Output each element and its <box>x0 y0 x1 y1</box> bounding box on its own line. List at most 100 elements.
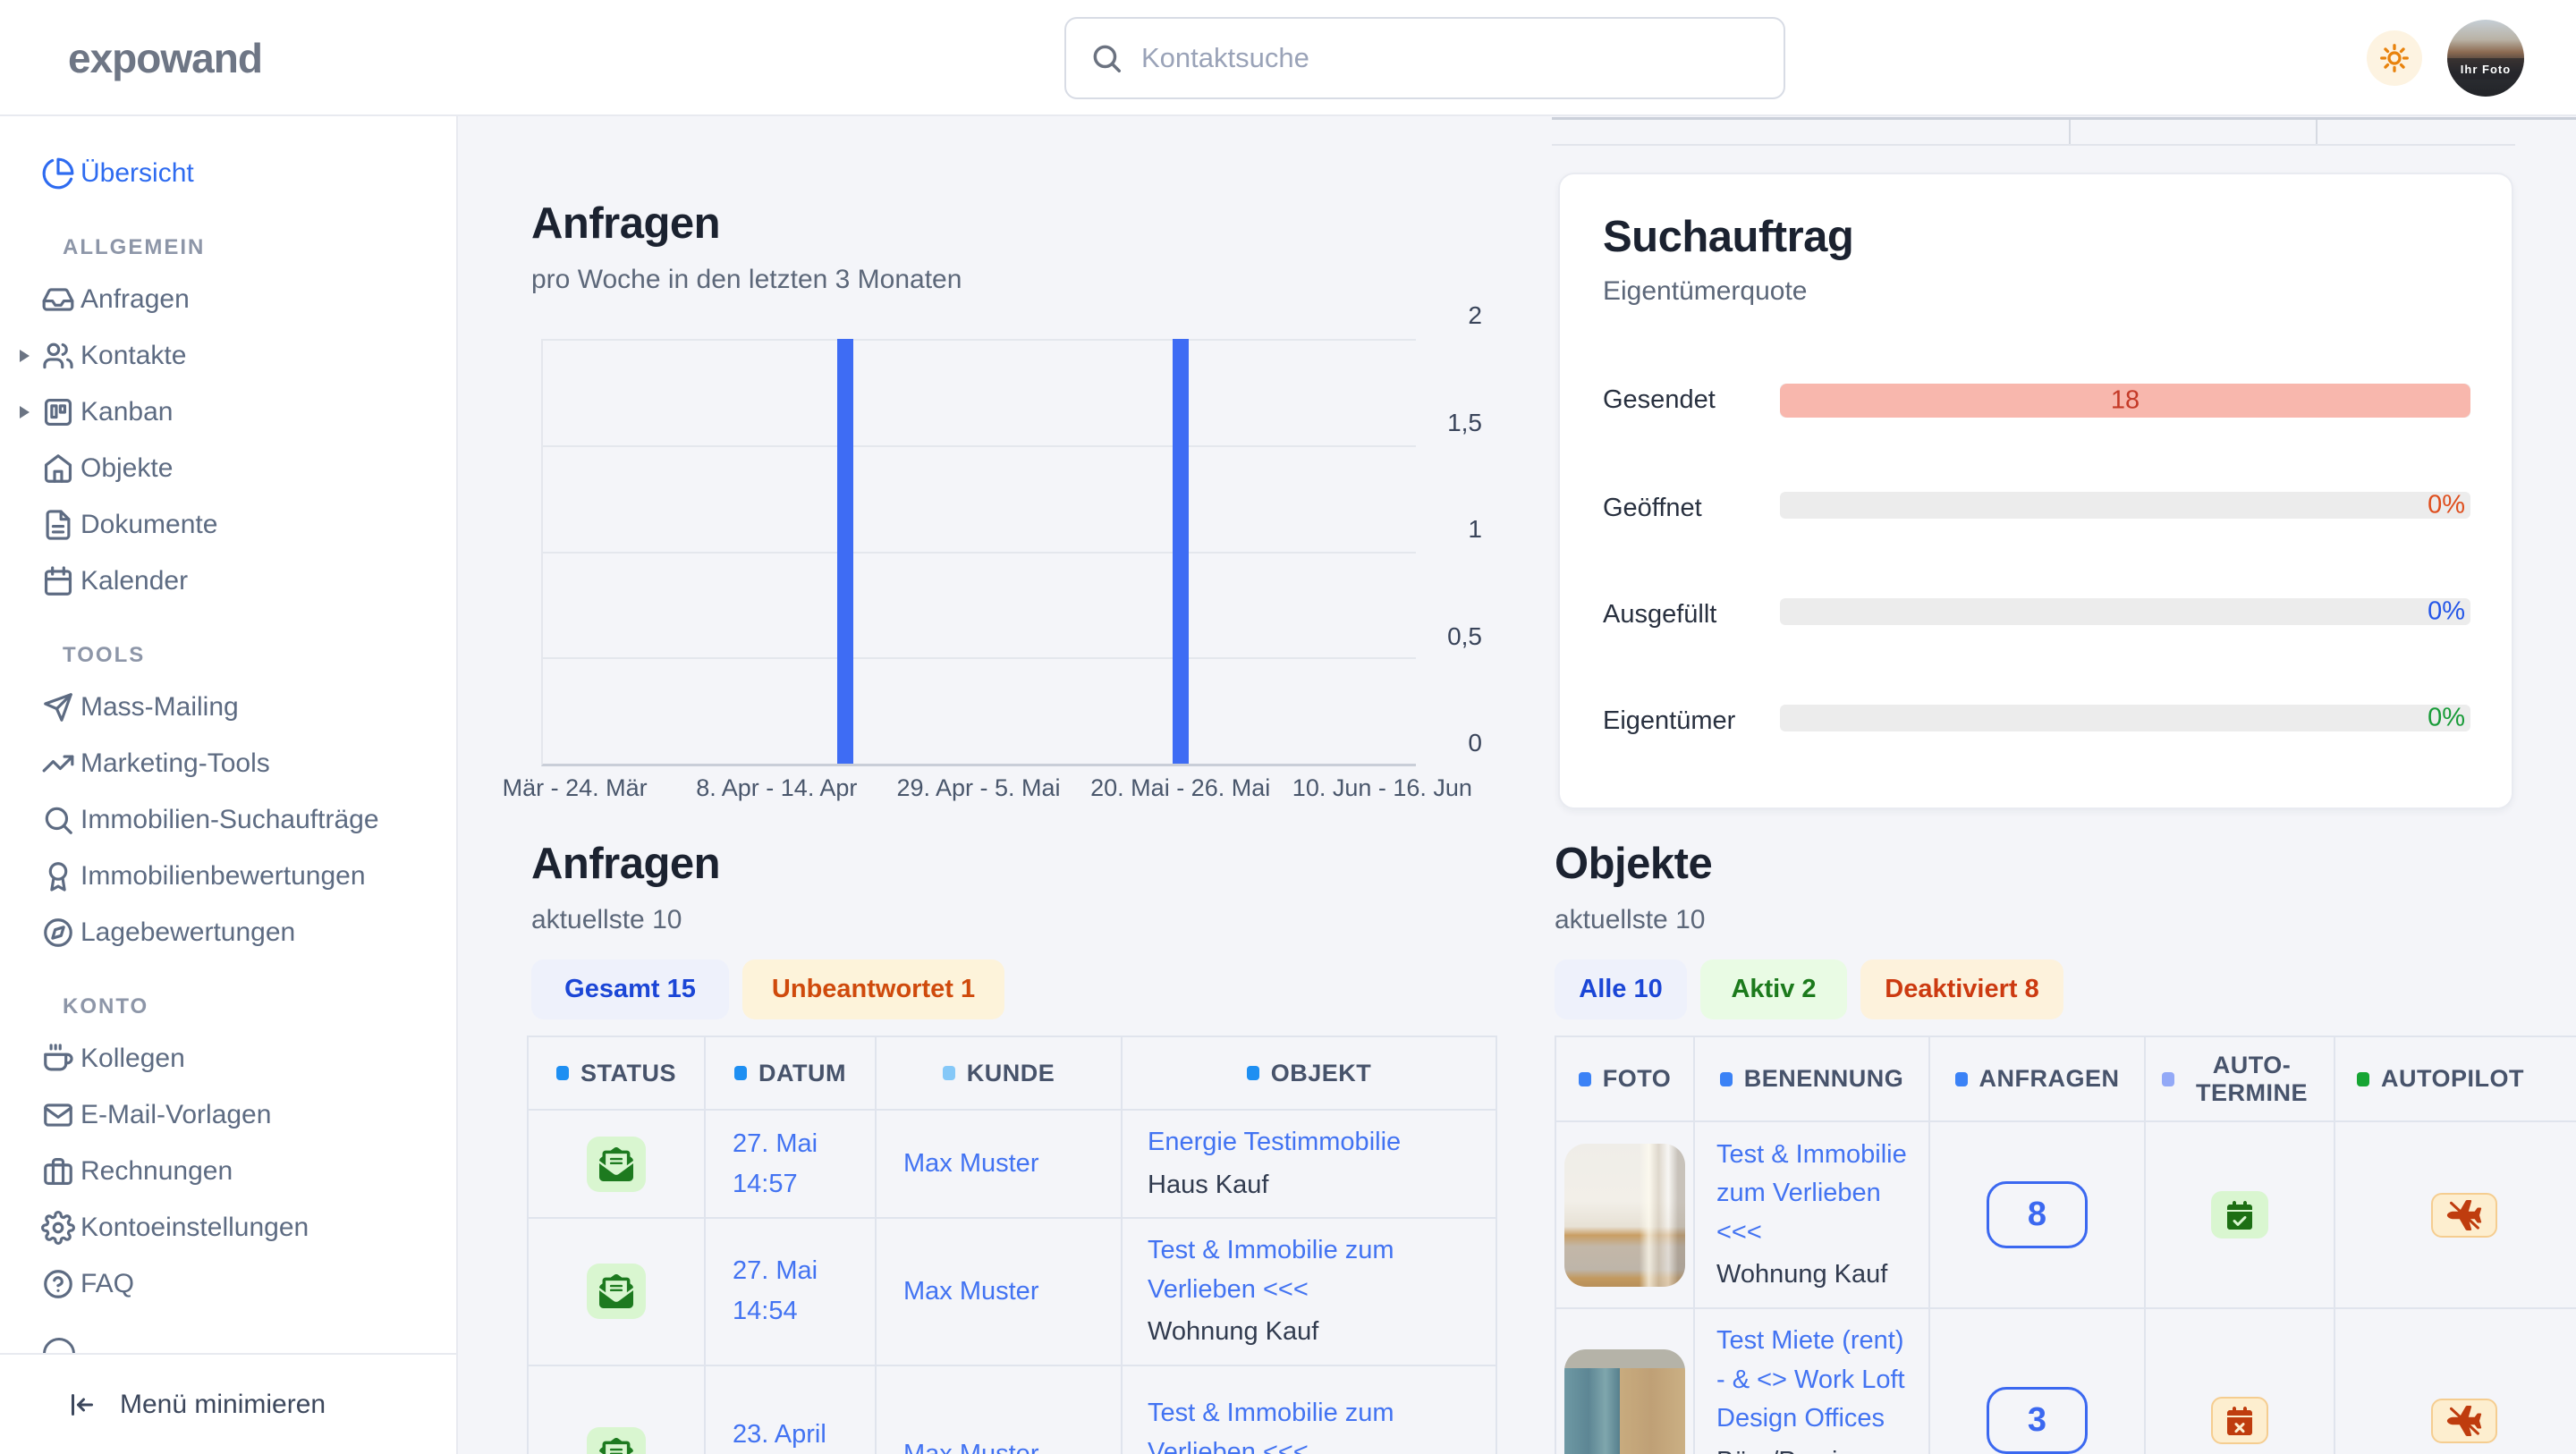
sidebar-item-label: Marketing-Tools <box>80 748 270 779</box>
sidebar-item-mass-mailing[interactable]: Mass-Mailing <box>0 679 456 735</box>
objekt-link[interactable]: Test & Immobilie zum Verlieben <<< <box>1148 1399 1394 1454</box>
column-bullet <box>1720 1072 1733 1086</box>
funnel-row-label: Ausgefüllt <box>1603 600 1716 630</box>
chart-subtitle: pro Woche in den letzten 3 Monaten <box>531 265 962 295</box>
chart-y-axis-labels: 21,510,50 <box>1425 339 1482 766</box>
sidebar-item-kontakte[interactable]: Kontakte <box>0 327 456 384</box>
sidebar-item-kontoeinstellungen[interactable]: Kontoeinstellungen <box>0 1199 456 1255</box>
funnel-row-label: Gesendet <box>1603 385 1716 415</box>
pie-chart-icon <box>41 156 75 190</box>
column-header-foto[interactable]: FOTO <box>1555 1036 1694 1121</box>
column-header-benennung[interactable]: BENENNUNG <box>1694 1036 1929 1121</box>
plane-slash-icon[interactable] <box>2431 1399 2497 1443</box>
sidebar-nav: Übersicht ALLGEMEIN Anfragen Kontakte Ka… <box>0 116 456 1353</box>
column-header-status[interactable]: STATUS <box>528 1036 705 1110</box>
property-photo[interactable] <box>1564 1144 1685 1287</box>
objekt-type: Büro/Praxis Miete <box>1716 1442 1914 1454</box>
sidebar-item-label: Kanban <box>80 397 173 427</box>
chevron-right-icon[interactable] <box>20 406 30 418</box>
paper-plane-icon <box>41 690 75 724</box>
column-header-anfragen[interactable]: ANFRAGEN <box>1929 1036 2145 1121</box>
y-tick-label: 0,5 <box>1447 622 1482 651</box>
search-input[interactable] <box>1141 42 1760 74</box>
calendar-check-icon[interactable] <box>2211 1191 2268 1238</box>
sidebar-item-immobilien-suchauftraege[interactable]: Immobilien-Suchaufträge <box>0 791 456 848</box>
tab-alle[interactable]: Alle 10 <box>1555 959 1687 1019</box>
column-header-objekt[interactable]: OBJEKT <box>1122 1036 1496 1110</box>
chart-title: Anfragen <box>531 199 720 249</box>
sidebar-item-faq[interactable]: FAQ <box>0 1255 456 1312</box>
kunde-link[interactable]: Max Muster <box>903 1440 1038 1454</box>
funnel-row-label: Eigentümer <box>1603 706 1735 736</box>
card-title: Suchauftrag <box>1603 212 1853 262</box>
x-tick-label: Mär - 24. Mär <box>503 774 648 802</box>
sidebar-item-email-vorlagen[interactable]: E-Mail-Vorlagen <box>0 1086 456 1143</box>
objekt-link[interactable]: Test & Immobilie zum Verlieben <<< <box>1716 1140 1907 1247</box>
sidebar-item-kollegen[interactable]: Kollegen <box>0 1030 456 1086</box>
sidebar-item-objekte[interactable]: Objekte <box>0 440 456 496</box>
chart-gridline <box>543 552 1416 554</box>
status-answered-icon[interactable] <box>587 1264 646 1319</box>
sidebar-item-lagebewertungen[interactable]: Lagebewertungen <box>0 904 456 960</box>
sidebar-item-label: Immobilien-Suchaufträge <box>80 805 379 835</box>
anfrage-date-link[interactable]: 27. Mai14:54 <box>733 1256 818 1325</box>
anfrage-date-link[interactable]: 23. April15:52 <box>733 1420 826 1454</box>
column-bullet <box>556 1066 569 1080</box>
sidebar-item-label: Mass-Mailing <box>80 692 239 723</box>
column-header-kunde[interactable]: KUNDE <box>876 1036 1122 1110</box>
property-photo[interactable] <box>1564 1349 1685 1454</box>
collapse-left-icon <box>66 1389 98 1421</box>
objekt-link[interactable]: Test Miete (rent) - & <> Work Loft Desig… <box>1716 1326 1905 1433</box>
anfragen-count-badge[interactable]: 3 <box>1987 1387 2088 1454</box>
sidebar-item-label: Lagebewertungen <box>80 917 295 948</box>
column-header-datum[interactable]: DATUM <box>705 1036 876 1110</box>
search-icon <box>1089 41 1123 75</box>
sidebar-section-tools: TOOLS <box>63 643 456 668</box>
column-header-auto-termine[interactable]: AUTO-TERMINE <box>2145 1036 2334 1121</box>
chevron-right-icon[interactable] <box>20 350 30 362</box>
tab-gesamt[interactable]: Gesamt 15 <box>531 959 729 1019</box>
home-icon <box>41 452 75 486</box>
column-bullet <box>943 1066 955 1080</box>
user-avatar[interactable]: Ihr Foto <box>2447 20 2524 97</box>
chart-bar[interactable] <box>1173 339 1189 764</box>
award-icon <box>41 859 75 893</box>
chart-plot <box>541 339 1416 766</box>
sidebar-item-rechnungen[interactable]: Rechnungen <box>0 1143 456 1199</box>
objekt-link[interactable]: Energie Testimmobilie <box>1148 1128 1401 1156</box>
clipped-table-remnant <box>1552 117 2576 146</box>
sidebar-item-immobilienbewertungen[interactable]: Immobilienbewertungen <box>0 848 456 904</box>
sidebar-item-clipped-icon[interactable] <box>43 1338 75 1353</box>
sidebar-item-label: Immobilienbewertungen <box>80 861 366 892</box>
contact-search[interactable] <box>1064 17 1785 99</box>
tab-unbeantwortet[interactable]: Unbeantwortet 1 <box>742 959 1004 1019</box>
tab-aktiv[interactable]: Aktiv 2 <box>1700 959 1847 1019</box>
column-bullet <box>2162 1072 2174 1086</box>
status-answered-icon[interactable] <box>587 1427 646 1454</box>
kunde-link[interactable]: Max Muster <box>903 1277 1038 1306</box>
anfrage-date-link[interactable]: 27. Mai14:57 <box>733 1129 818 1198</box>
sidebar-item-marketing-tools[interactable]: Marketing-Tools <box>0 735 456 791</box>
status-answered-icon[interactable] <box>587 1137 646 1192</box>
collapse-menu-button[interactable]: Menü minimieren <box>0 1353 456 1454</box>
objekt-link[interactable]: Test & Immobilie zum Verlieben <<< <box>1148 1236 1394 1304</box>
calendar-x-icon[interactable] <box>2211 1397 2268 1444</box>
chart-bar[interactable] <box>837 339 853 764</box>
column-bullet <box>1247 1066 1259 1080</box>
sidebar-item-kanban[interactable]: Kanban <box>0 384 456 440</box>
sidebar-item-label: FAQ <box>80 1269 134 1299</box>
sidebar-item-kalender[interactable]: Kalender <box>0 553 456 609</box>
y-tick-label: 1,5 <box>1447 409 1482 437</box>
anfragen-count-badge[interactable]: 8 <box>1987 1181 2088 1248</box>
kunde-link[interactable]: Max Muster <box>903 1149 1038 1178</box>
sidebar-item-label: Kontoeinstellungen <box>80 1213 309 1243</box>
plane-slash-icon[interactable] <box>2431 1193 2497 1238</box>
theme-toggle-button[interactable] <box>2367 30 2422 86</box>
avatar-watermark: Ihr Foto <box>2447 58 2524 80</box>
sidebar-item-dokumente[interactable]: Dokumente <box>0 496 456 553</box>
sidebar-item-anfragen[interactable]: Anfragen <box>0 271 456 327</box>
column-header-autopilot[interactable]: AUTOPILOT <box>2334 1036 2576 1121</box>
anfragen-title: Anfragen <box>531 839 720 889</box>
tab-deaktiviert[interactable]: Deaktiviert 8 <box>1860 959 2063 1019</box>
sidebar-item-uebersicht[interactable]: Übersicht <box>0 145 456 201</box>
